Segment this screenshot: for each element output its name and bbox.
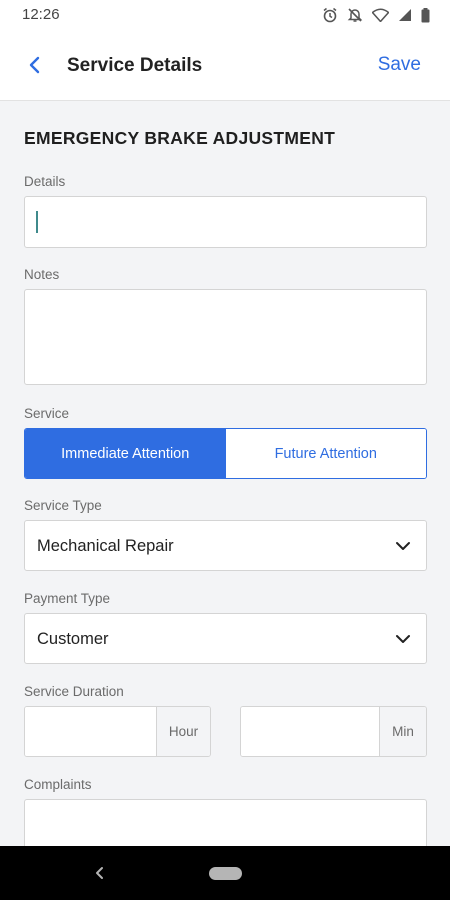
service-details-form: EMERGENCY BRAKE ADJUSTMENT Details Notes… (0, 101, 450, 846)
status-time: 12:26 (22, 6, 60, 23)
service-type-label: Service Type (24, 498, 102, 513)
min-input-group: Min (240, 706, 427, 757)
future-attention-option[interactable]: Future Attention (225, 429, 426, 478)
chevron-left-icon (29, 56, 40, 74)
payment-type-value: Customer (37, 630, 109, 648)
service-type-select[interactable]: Mechanical Repair (24, 520, 427, 571)
chevron-down-icon (396, 635, 410, 643)
service-segmented-control: Immediate Attention Future Attention (24, 428, 427, 479)
battery-icon (421, 7, 430, 23)
status-bar: 12:26 (0, 0, 450, 30)
service-title: EMERGENCY BRAKE ADJUSTMENT (24, 128, 336, 148)
signal-icon (398, 8, 412, 22)
service-label: Service (24, 406, 70, 421)
service-duration-label: Service Duration (24, 684, 124, 699)
status-icons (322, 6, 430, 24)
min-input[interactable] (241, 707, 380, 756)
min-unit-label: Min (379, 707, 426, 756)
system-nav-bar (0, 846, 450, 900)
nav-back-icon[interactable] (92, 865, 108, 881)
notes-label: Notes (24, 267, 60, 282)
wifi-icon (372, 8, 389, 22)
immediate-attention-option[interactable]: Immediate Attention (25, 429, 226, 478)
mute-icon (347, 7, 363, 23)
back-button[interactable] (20, 50, 50, 80)
service-type-value: Mechanical Repair (37, 537, 174, 555)
hour-unit-label: Hour (156, 707, 210, 756)
alarm-icon (322, 7, 338, 23)
hour-input[interactable] (25, 707, 157, 756)
page-title: Service Details (67, 55, 203, 76)
details-label: Details (24, 174, 66, 189)
details-input[interactable] (24, 196, 427, 248)
complaints-label: Complaints (24, 777, 92, 792)
text-cursor (36, 211, 38, 233)
hour-input-group: Hour (24, 706, 211, 757)
complaints-textarea[interactable] (24, 799, 427, 846)
nav-home-button[interactable] (209, 867, 242, 880)
app-bar: Service Details Save (0, 30, 450, 101)
chevron-down-icon (396, 542, 410, 550)
payment-type-label: Payment Type (24, 591, 111, 606)
save-button[interactable]: Save (378, 54, 421, 76)
payment-type-select[interactable]: Customer (24, 613, 427, 664)
notes-textarea[interactable] (24, 289, 427, 385)
